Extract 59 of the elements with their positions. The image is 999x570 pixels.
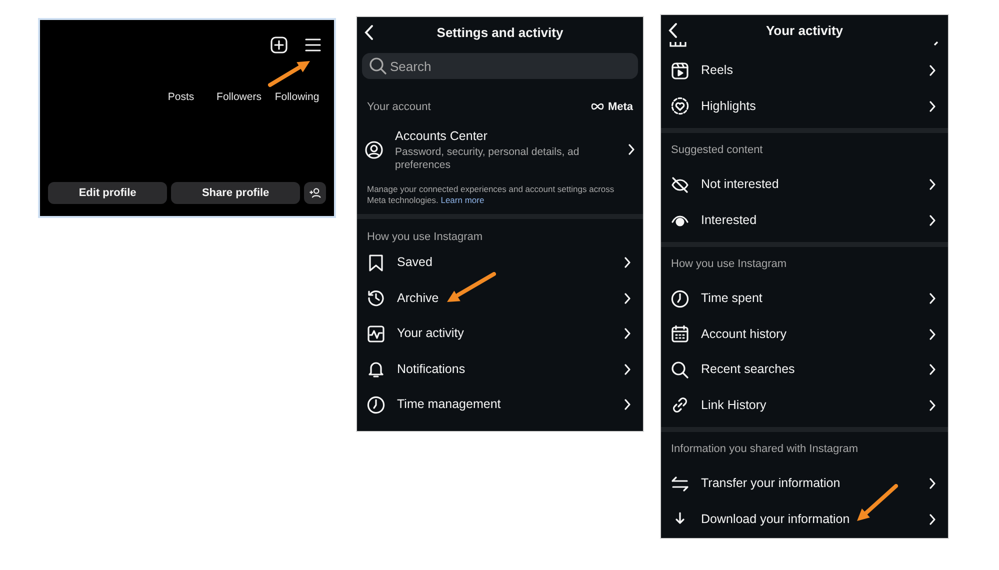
clock-icon [671, 290, 689, 308]
add-person-button[interactable] [304, 182, 326, 204]
menu-item[interactable]: Not interested [661, 167, 948, 202]
menu-item[interactable]: Time management [357, 387, 643, 423]
back-icon[interactable] [667, 22, 679, 39]
section-heading: Suggested content [671, 142, 763, 158]
highlight-icon [671, 97, 689, 116]
menu-item[interactable]: Your activity [357, 316, 643, 352]
transfer-icon [671, 474, 689, 493]
add-post-icon [270, 36, 288, 54]
menu-item[interactable]: Time spent [661, 281, 948, 316]
eye-off-icon [671, 176, 689, 194]
screen-title: Your activity [766, 22, 844, 40]
item-description: Password, security, personal details, ad preferences [395, 146, 580, 172]
search-icon [671, 360, 689, 379]
menu-item[interactable]: Download your information [661, 502, 948, 537]
clock-icon [367, 396, 385, 414]
activity-icon [367, 324, 385, 343]
brand-name: Meta [608, 100, 633, 114]
reels-icon [671, 62, 689, 80]
stat-label: Following [274, 90, 320, 105]
bell-icon [367, 360, 385, 378]
profile-icon [365, 140, 383, 158]
menu-item[interactable]: Account history [661, 316, 948, 352]
search-field[interactable]: Search [362, 53, 638, 79]
menu-item[interactable]: Notifications [357, 352, 643, 388]
menu-icon[interactable] [304, 36, 322, 54]
section-heading: Information you shared with Instagram [671, 442, 858, 457]
menu-item[interactable]: Highlights [661, 88, 948, 124]
add-person-icon [309, 187, 322, 199]
calendar-icon [671, 325, 689, 344]
section-heading: How you use Instagram [367, 230, 483, 245]
stat-label: Posts [166, 90, 196, 105]
history-icon [367, 289, 385, 308]
profile-button[interactable]: Edit profile [48, 182, 168, 204]
item-title: Accounts Center [395, 128, 488, 145]
section-heading: Your account [367, 100, 431, 114]
learn-more-link[interactable]: Learn more [440, 195, 484, 206]
info-text: Manage your connected experiences and account settings across Meta technologies. Learn more [366, 184, 616, 206]
menu-item[interactable]: Accounts Center Password, security, personal details, ad preferences [357, 119, 643, 180]
menu-item[interactable]: Transfer your information [661, 466, 948, 502]
menu-item[interactable]: Recent searches [661, 352, 948, 388]
search-icon [369, 57, 387, 75]
back-icon[interactable] [363, 24, 375, 41]
pointer-arrow [266, 58, 312, 88]
pointer-arrow [854, 484, 898, 524]
menu-item[interactable]: Archive [357, 280, 643, 316]
section-heading: How you use Instagram [671, 256, 787, 272]
menu-item[interactable]: Saved [357, 245, 643, 281]
grid-icon [669, 41, 687, 47]
stat-label: Followers [216, 90, 262, 105]
menu-item[interactable]: Link History [661, 388, 948, 423]
bookmark-icon [367, 254, 385, 272]
link-icon [671, 396, 689, 414]
profile-button[interactable]: Share profile [171, 182, 300, 204]
infinity-logo-icon [590, 103, 604, 110]
menu-item[interactable]: Reels [661, 53, 948, 88]
screen-title: Settings and activity [436, 24, 564, 42]
menu-item[interactable]: Interested [661, 202, 948, 238]
